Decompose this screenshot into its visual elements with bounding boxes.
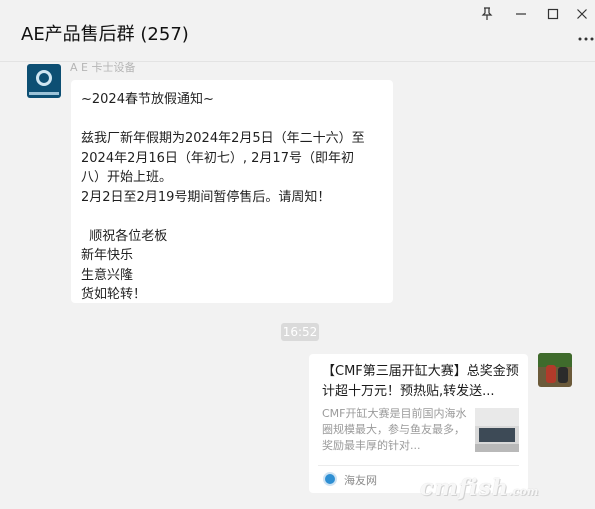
message-line: ~2024春节放假通知~ xyxy=(81,92,214,107)
chat-title: AE产品售后群 (257) xyxy=(21,24,189,45)
pin-icon[interactable] xyxy=(477,4,497,24)
message-line: 顺祝各位老板 xyxy=(81,228,168,244)
maximize-icon[interactable] xyxy=(543,4,563,24)
avatar-logo-ring xyxy=(36,70,52,86)
close-icon[interactable] xyxy=(572,4,592,24)
title-bar: AE产品售后群 (257) xyxy=(0,0,595,62)
self-avatar[interactable] xyxy=(538,353,572,387)
message-bubble[interactable]: ~2024春节放假通知~ 兹我厂新年假期为2024年2月5日（年二十六）至 20… xyxy=(71,80,393,303)
source-logo-icon xyxy=(323,472,337,486)
message-line: 兹我厂新年假期为2024年2月5日（年二十六）至 xyxy=(81,131,365,146)
message-line: 八）开始上班。 xyxy=(81,170,173,185)
timestamp-chip: 16:52 xyxy=(281,323,319,341)
message-line: 新年快乐 xyxy=(81,248,134,263)
shared-link-card[interactable]: 【CMF第三届开缸大赛】总奖金预计超十万元！预热贴,转发送... CMF开缸大赛… xyxy=(309,354,528,493)
message-line: 生意兴隆 xyxy=(81,267,134,283)
sender-avatar[interactable] xyxy=(27,64,61,98)
more-options-icon[interactable] xyxy=(576,32,595,46)
sender-name: A E 卡士设备 xyxy=(70,61,136,74)
card-thumbnail xyxy=(475,408,519,452)
message-line: 货如轮转！ xyxy=(81,287,147,302)
message-line: 2月2日至2月19号期间暂停售后。请周知！ xyxy=(81,189,331,205)
avatar-logo-text xyxy=(29,92,59,95)
message-line: 2024年2月16日（年初七）, 2月17号（即年初 xyxy=(81,150,354,166)
card-divider xyxy=(318,465,519,466)
card-source: 海友网 xyxy=(344,474,377,487)
minimize-icon[interactable] xyxy=(511,4,531,24)
watermark: cmfish.com xyxy=(420,475,539,501)
card-description: CMF开缸大赛是目前国内海水圈规模最大，参与鱼友最多，奖励最丰厚的针对... xyxy=(322,407,467,452)
card-title: 【CMF第三届开缸大赛】总奖金预计超十万元！预热贴,转发送... xyxy=(322,364,519,399)
